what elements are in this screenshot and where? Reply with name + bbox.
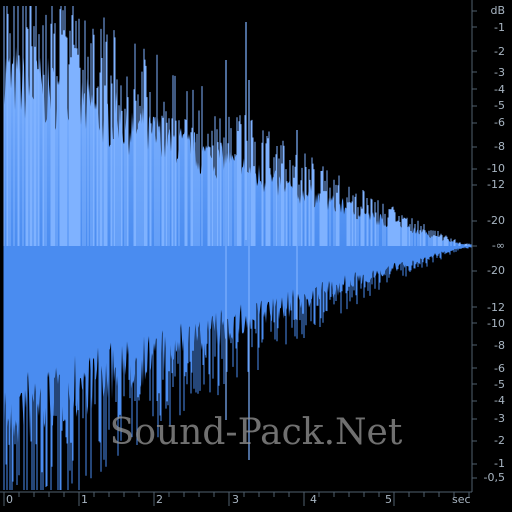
db-tick-label: -6 [494,116,505,129]
time-tick-label: 2 [156,493,163,506]
db-tick-label: -4 [494,394,505,407]
db-tick-label: -20 [487,264,505,277]
time-tick-label: 3 [232,493,239,506]
db-tick-label: -12 [487,178,505,191]
db-tick-label: -1 [494,21,505,34]
db-tick-label: -1 [494,457,505,470]
waveform-panel[interactable]: dB -1 -2 -3 -4 -5 -6 -8 -10 -12 -20 -∞ -… [0,0,512,512]
waveform-display[interactable] [0,0,512,512]
db-tick-label: -∞ [491,239,505,252]
db-tick-label: -12 [487,301,505,314]
db-tick-label: -3 [494,66,505,79]
db-tick-label: -10 [487,317,505,330]
db-tick-label: -0,5 [483,471,505,484]
db-tick-label: -2 [494,434,505,447]
db-tick-label: -5 [494,99,505,112]
db-tick-label: -2 [494,45,505,58]
db-tick-label: -3 [494,412,505,425]
db-tick-label: -8 [494,339,505,352]
db-tick-label: -4 [494,83,505,96]
time-tick-label: 1 [81,493,88,506]
time-tick-label: 4 [310,493,317,506]
time-tick-label: 5 [385,493,392,506]
db-tick-label: -5 [494,378,505,391]
db-tick-label: -8 [494,140,505,153]
time-tick-label: 0 [6,493,13,506]
db-tick-label: -20 [487,214,505,227]
db-tick-label: -6 [494,362,505,375]
db-unit-label: dB [490,4,505,17]
db-tick-label: -10 [487,162,505,175]
time-unit-label: sec [452,493,471,506]
